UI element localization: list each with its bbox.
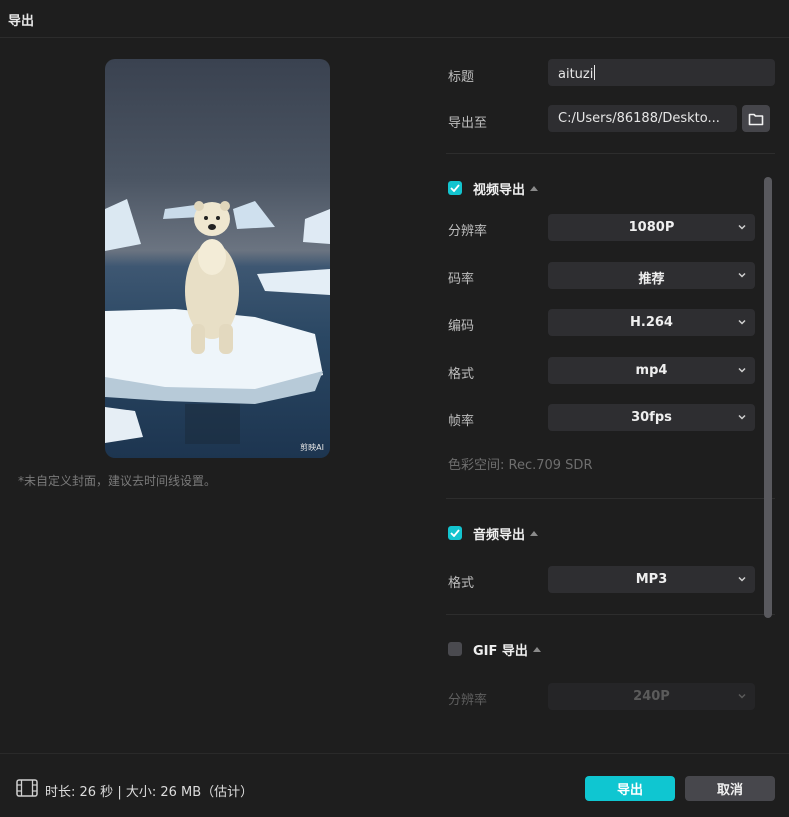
bitrate-value: 推荐 — [638, 272, 665, 287]
export-to-label: 导出至 — [448, 116, 488, 131]
title-label: 标题 — [448, 70, 475, 85]
film-icon — [16, 779, 38, 797]
gif-resolution-value: 240P — [633, 689, 670, 704]
framerate-select[interactable]: 30fps — [548, 404, 755, 431]
resolution-value: 1080P — [628, 220, 675, 235]
settings-scrollbar[interactable] — [764, 177, 772, 618]
bitrate-select[interactable]: 推荐 — [548, 262, 755, 289]
chevron-down-icon — [738, 576, 746, 582]
chevron-down-icon — [738, 272, 746, 278]
audio-format-label: 格式 — [448, 576, 475, 591]
watermark-text: 剪映AI — [300, 443, 324, 452]
check-icon — [450, 184, 460, 192]
divider — [446, 614, 775, 615]
format-label: 格式 — [448, 367, 475, 382]
chevron-down-icon — [738, 224, 746, 230]
gif-export-title: GIF 导出 — [473, 643, 528, 659]
video-export-title: 视频导出 — [473, 182, 526, 198]
gif-resolution-label: 分辨率 — [448, 693, 488, 708]
divider — [446, 498, 775, 499]
gif-export-header[interactable]: GIF 导出 — [448, 640, 541, 659]
title-input[interactable]: aituzi — [548, 59, 775, 86]
audio-format-select[interactable]: MP3 — [548, 566, 755, 593]
cancel-button[interactable]: 取消 — [685, 776, 775, 801]
polar-bear-image — [105, 199, 330, 444]
export-button[interactable]: 导出 — [585, 776, 675, 801]
video-export-checkbox[interactable] — [448, 181, 462, 195]
format-select[interactable]: mp4 — [548, 357, 755, 384]
chevron-down-icon — [738, 693, 746, 699]
audio-export-header[interactable]: 音频导出 — [448, 524, 539, 543]
divider — [446, 153, 775, 154]
audio-export-checkbox[interactable] — [448, 526, 462, 540]
browse-folder-button[interactable] — [742, 105, 770, 132]
format-value: mp4 — [635, 363, 668, 378]
chevron-up-icon[interactable] — [532, 646, 541, 652]
title-input-value: aituzi — [558, 67, 594, 82]
framerate-value: 30fps — [631, 410, 672, 425]
gif-export-checkbox[interactable] — [448, 642, 462, 656]
bitrate-label: 码率 — [448, 272, 475, 287]
colorspace-info: 色彩空间: Rec.709 SDR — [448, 458, 593, 473]
chevron-down-icon — [738, 319, 746, 325]
chevron-up-icon[interactable] — [530, 185, 539, 191]
text-caret — [594, 65, 596, 80]
chevron-down-icon — [738, 367, 746, 373]
chevron-up-icon[interactable] — [530, 530, 539, 536]
cover-preview: 剪映AI — [105, 59, 330, 458]
gif-resolution-select[interactable]: 240P — [548, 683, 755, 710]
codec-value: H.264 — [630, 315, 673, 330]
cover-note: *未自定义封面，建议去时间线设置。 — [18, 474, 217, 488]
codec-select[interactable]: H.264 — [548, 309, 755, 336]
codec-label: 编码 — [448, 319, 475, 334]
chevron-down-icon — [738, 414, 746, 420]
window-title: 导出 — [8, 14, 35, 29]
title-bar: 导出 — [0, 0, 789, 38]
resolution-select[interactable]: 1080P — [548, 214, 755, 241]
framerate-label: 帧率 — [448, 414, 475, 429]
footer-divider — [0, 753, 789, 754]
check-icon — [450, 529, 460, 537]
export-path-value: C:/Users/86188/Deskto... — [558, 111, 720, 126]
resolution-label: 分辨率 — [448, 224, 488, 239]
export-info: 时长: 26 秒 | 大小: 26 MB（估计） — [45, 785, 254, 800]
audio-format-value: MP3 — [635, 572, 668, 587]
audio-export-title: 音频导出 — [473, 527, 526, 543]
folder-icon — [748, 113, 764, 125]
export-path-input[interactable]: C:/Users/86188/Deskto... — [548, 105, 737, 132]
video-export-header[interactable]: 视频导出 — [448, 179, 539, 198]
